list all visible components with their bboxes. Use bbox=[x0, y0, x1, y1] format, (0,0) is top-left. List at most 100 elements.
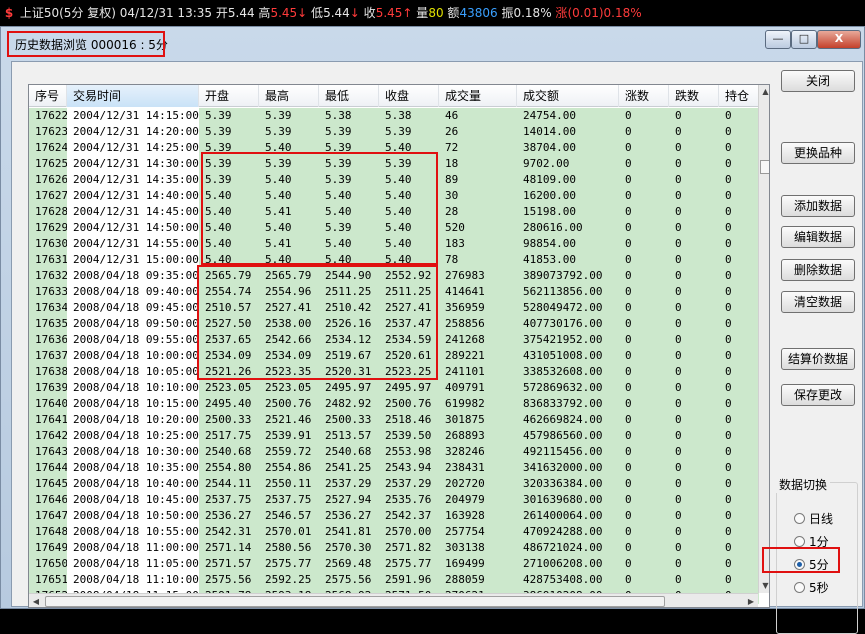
vertical-scroll-thumb[interactable] bbox=[760, 160, 769, 174]
scroll-down-icon[interactable]: ▼ bbox=[759, 579, 769, 593]
table-row[interactable]: 17635 2008/04/18 09:50:00 2527.50 2538.00 25… bbox=[29, 316, 759, 332]
low-label: 低 bbox=[311, 6, 324, 20]
radio-button-icon[interactable] bbox=[794, 559, 805, 570]
radio-option-1[interactable]: 1分 bbox=[794, 534, 829, 550]
table-cell: 2534.09 bbox=[259, 348, 319, 364]
radio-button-icon[interactable] bbox=[794, 582, 805, 593]
table-row[interactable]: 17637 2008/04/18 10:00:00 2534.09 2534.09 25… bbox=[29, 348, 759, 364]
scroll-right-icon[interactable]: ▶ bbox=[744, 594, 758, 607]
edit-data-button[interactable]: 编辑数据 bbox=[781, 226, 855, 248]
maximize-button[interactable]: □ bbox=[791, 30, 817, 49]
column-header-10[interactable]: 持仓 bbox=[719, 85, 759, 107]
table-cell: 5.39 bbox=[199, 172, 259, 188]
table-row[interactable]: 17642 2008/04/18 10:25:00 2517.75 2539.91 25… bbox=[29, 428, 759, 444]
column-header-6[interactable]: 成交量 bbox=[439, 85, 517, 107]
table-row[interactable]: 17633 2008/04/18 09:40:00 2554.74 2554.96 25… bbox=[29, 284, 759, 300]
table-row[interactable]: 17627 2004/12/31 14:40:00 5.40 5.40 5.40 5.40… bbox=[29, 188, 759, 204]
window-close-button[interactable]: X bbox=[817, 30, 861, 49]
table-cell: 0 bbox=[719, 380, 759, 396]
radio-option-3[interactable]: 5秒 bbox=[794, 580, 829, 596]
table-cell: 2482.92 bbox=[319, 396, 379, 412]
window-titlebar[interactable]: 历史数据浏览 000016 : 5分 bbox=[7, 31, 769, 57]
table-cell: 28 bbox=[439, 204, 517, 220]
table-cell: 0 bbox=[619, 236, 669, 252]
table-cell: 0 bbox=[669, 108, 719, 124]
vertical-scrollbar[interactable]: ▲ ▼ bbox=[758, 85, 769, 593]
table-cell: 0 bbox=[619, 412, 669, 428]
table-cell: 5.40 bbox=[259, 172, 319, 188]
table-cell: 2539.91 bbox=[259, 428, 319, 444]
table-row[interactable]: 17636 2008/04/18 09:55:00 2537.65 2542.66 25… bbox=[29, 332, 759, 348]
column-header-8[interactable]: 涨数 bbox=[619, 85, 669, 107]
table-cell: 0 bbox=[719, 412, 759, 428]
table-cell: 0 bbox=[669, 444, 719, 460]
table-row[interactable]: 17645 2008/04/18 10:40:00 2544.11 2550.11 25… bbox=[29, 476, 759, 492]
save-changes-button[interactable]: 保存更改 bbox=[781, 384, 855, 406]
column-header-4[interactable]: 最低 bbox=[319, 85, 379, 107]
table-cell: 0 bbox=[669, 524, 719, 540]
table-row[interactable]: 17626 2004/12/31 14:35:00 5.39 5.40 5.39 5.40… bbox=[29, 172, 759, 188]
table-row[interactable]: 17631 2004/12/31 15:00:00 5.40 5.40 5.40 5.40… bbox=[29, 252, 759, 268]
table-row[interactable]: 17638 2008/04/18 10:05:00 2521.26 2523.35 25… bbox=[29, 364, 759, 380]
scroll-up-icon[interactable]: ▲ bbox=[759, 85, 769, 99]
horizontal-scroll-thumb[interactable] bbox=[45, 596, 665, 607]
table-row[interactable]: 17647 2008/04/18 10:50:00 2536.27 2546.57 25… bbox=[29, 508, 759, 524]
column-header-2[interactable]: 开盘 bbox=[199, 85, 259, 107]
change-product-button[interactable]: 更换品种 bbox=[781, 142, 855, 164]
table-row[interactable]: 17622 2004/12/31 14:15:00 5.39 5.39 5.38 5.38… bbox=[29, 108, 759, 124]
close-dialog-button[interactable]: 关闭 bbox=[781, 70, 855, 92]
table-row[interactable]: 17648 2008/04/18 10:55:00 2542.31 2570.01 25… bbox=[29, 524, 759, 540]
horizontal-scrollbar[interactable]: ◀ ▶ bbox=[29, 593, 758, 607]
table-row[interactable]: 17628 2004/12/31 14:45:00 5.40 5.41 5.40 5.40… bbox=[29, 204, 759, 220]
column-header-9[interactable]: 跌数 bbox=[669, 85, 719, 107]
history-data-table[interactable]: 序号 交易时间 开盘 最高 最低 收盘 成交量 成交额 涨数 跌数 持仓 17622 2004/12/… bbox=[28, 84, 770, 608]
minimize-button[interactable]: — bbox=[765, 30, 791, 49]
column-header-5[interactable]: 收盘 bbox=[379, 85, 439, 107]
table-row[interactable]: 17644 2008/04/18 10:35:00 2554.80 2554.86 25… bbox=[29, 460, 759, 476]
table-cell: 0 bbox=[719, 220, 759, 236]
maximize-icon: □ bbox=[798, 32, 810, 45]
table-cell: 414641 bbox=[439, 284, 517, 300]
column-header-1[interactable]: 交易时间 bbox=[67, 85, 199, 107]
table-cell: 2538.00 bbox=[259, 316, 319, 332]
table-cell: 0 bbox=[669, 124, 719, 140]
table-cell: 41853.00 bbox=[517, 252, 619, 268]
table-cell: 2004/12/31 14:55:00 bbox=[67, 236, 199, 252]
table-cell: 2591.96 bbox=[379, 572, 439, 588]
table-row[interactable]: 17623 2004/12/31 14:20:00 5.39 5.39 5.39 5.39… bbox=[29, 124, 759, 140]
scroll-left-icon[interactable]: ◀ bbox=[29, 594, 43, 607]
table-row[interactable]: 17634 2008/04/18 09:45:00 2510.57 2527.41 25… bbox=[29, 300, 759, 316]
table-cell: 2537.65 bbox=[199, 332, 259, 348]
table-cell: 2008/04/18 10:55:00 bbox=[67, 524, 199, 540]
table-row[interactable]: 17650 2008/04/18 11:05:00 2571.57 2575.77 25… bbox=[29, 556, 759, 572]
column-header-3[interactable]: 最高 bbox=[259, 85, 319, 107]
table-cell: 0 bbox=[619, 140, 669, 156]
table-row[interactable]: 17640 2008/04/18 10:15:00 2495.40 2500.76 24… bbox=[29, 396, 759, 412]
table-cell: 0 bbox=[669, 412, 719, 428]
add-data-button[interactable]: 添加数据 bbox=[781, 195, 855, 217]
table-row[interactable]: 17630 2004/12/31 14:55:00 5.40 5.41 5.40 5.40… bbox=[29, 236, 759, 252]
settlement-data-button[interactable]: 结算价数据 bbox=[781, 348, 855, 370]
table-row[interactable]: 17624 2004/12/31 14:25:00 5.39 5.40 5.39 5.40… bbox=[29, 140, 759, 156]
table-row[interactable]: 17625 2004/12/31 14:30:00 5.39 5.39 5.39 5.39… bbox=[29, 156, 759, 172]
radio-button-icon[interactable] bbox=[794, 513, 805, 524]
delete-data-button[interactable]: 删除数据 bbox=[781, 259, 855, 281]
table-row[interactable]: 17629 2004/12/31 14:50:00 5.40 5.40 5.39 5.40… bbox=[29, 220, 759, 236]
table-row[interactable]: 17639 2008/04/18 10:10:00 2523.05 2523.05 24… bbox=[29, 380, 759, 396]
table-row[interactable]: 17646 2008/04/18 10:45:00 2537.75 2537.75 25… bbox=[29, 492, 759, 508]
radio-option-2[interactable]: 5分 bbox=[794, 557, 829, 573]
clear-data-button[interactable]: 清空数据 bbox=[781, 291, 855, 313]
table-cell: 17642 bbox=[29, 428, 67, 444]
column-header-7[interactable]: 成交额 bbox=[517, 85, 619, 107]
table-row[interactable]: 17632 2008/04/18 09:35:00 2565.79 2565.79 25… bbox=[29, 268, 759, 284]
table-row[interactable]: 17641 2008/04/18 10:20:00 2500.33 2521.46 25… bbox=[29, 412, 759, 428]
table-row[interactable]: 17643 2008/04/18 10:30:00 2540.68 2559.72 25… bbox=[29, 444, 759, 460]
table-row[interactable]: 17649 2008/04/18 11:00:00 2571.14 2580.56 25… bbox=[29, 540, 759, 556]
table-cell: 301639680.00 bbox=[517, 492, 619, 508]
radio-option-0[interactable]: 日线 bbox=[794, 511, 833, 527]
radio-button-icon[interactable] bbox=[794, 536, 805, 547]
table-cell: 0 bbox=[619, 396, 669, 412]
column-header-0[interactable]: 序号 bbox=[29, 85, 67, 107]
table-cell: 0 bbox=[719, 140, 759, 156]
table-row[interactable]: 17651 2008/04/18 11:10:00 2575.56 2592.25 25… bbox=[29, 572, 759, 588]
